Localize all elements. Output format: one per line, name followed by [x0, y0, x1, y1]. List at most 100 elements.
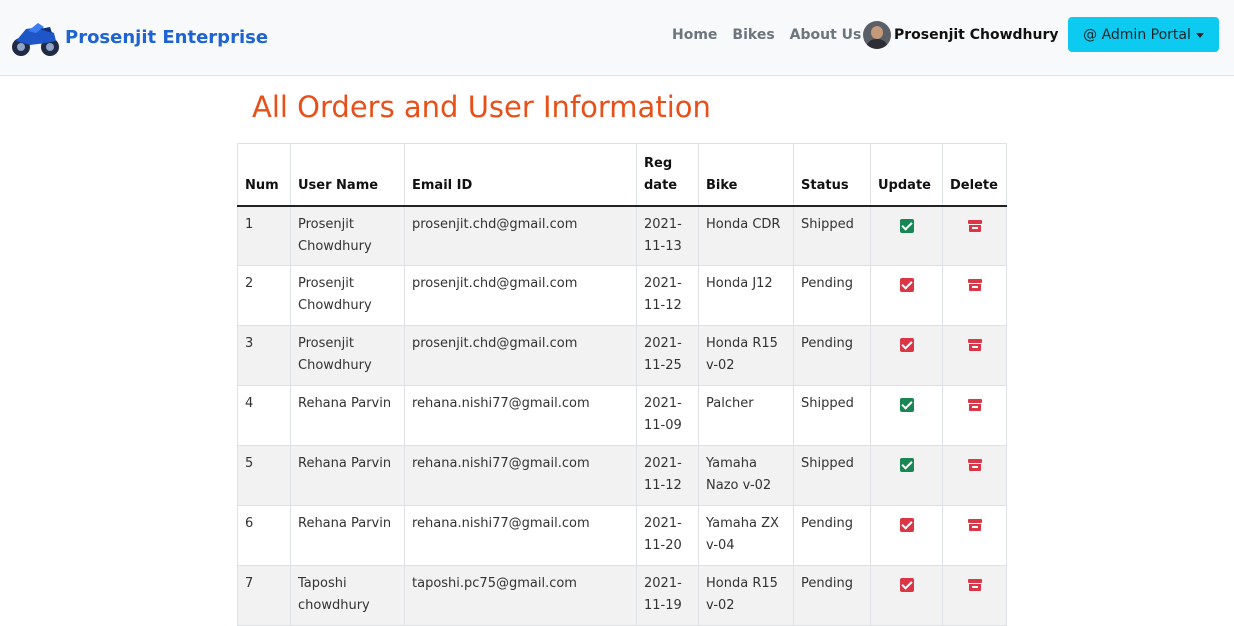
cell-reg-date: 2021-11-25: [636, 325, 699, 386]
cell-email: rehana.nishi77@gmail.com: [404, 445, 637, 506]
header-email: Email ID: [404, 143, 637, 207]
user-name: Prosenjit Chowdhury: [894, 27, 1059, 43]
cell-status: Pending: [793, 265, 871, 326]
cell-update: [870, 445, 943, 506]
cell-num: 2: [237, 265, 291, 326]
trash-icon[interactable]: [967, 279, 982, 291]
cell-update: [870, 385, 943, 446]
cell-reg-date: 2021-11-20: [636, 505, 699, 566]
navbar: Prosenjit Enterprise Home Bikes About Us…: [0, 0, 1234, 76]
table-row: 1 Prosenjit Chowdhury prosenjit.chd@gmail.…: [237, 205, 1007, 266]
table-row: 2 Prosenjit Chowdhury prosenjit.chd@gmail.…: [237, 265, 1007, 326]
cell-reg-date: 2021-11-13: [636, 205, 699, 266]
header-status: Status: [793, 143, 871, 207]
table-row: 5 Rehana Parvin rehana.nishi77@gmail.com 20…: [237, 445, 1007, 506]
caret-down-icon: [1195, 32, 1204, 38]
cell-status: Shipped: [793, 445, 871, 506]
nav-link-about[interactable]: About Us: [790, 27, 862, 43]
cell-user-name: Prosenjit Chowdhury: [290, 205, 405, 266]
header-reg-line2: date: [644, 177, 678, 193]
cell-reg-date: 2021-11-19: [636, 565, 699, 626]
cell-user-name: Prosenjit Chowdhury: [290, 325, 405, 386]
green-check-square-icon[interactable]: [899, 458, 914, 472]
trash-icon[interactable]: [967, 399, 982, 411]
cell-delete: [942, 385, 1007, 446]
trash-icon[interactable]: [967, 579, 982, 591]
cell-email: rehana.nishi77@gmail.com: [404, 385, 637, 446]
cell-email: taposhi.pc75@gmail.com: [404, 565, 637, 626]
nav-user[interactable]: Prosenjit Chowdhury: [863, 20, 1059, 50]
cell-update: [870, 205, 943, 266]
cell-num: 3: [237, 325, 291, 386]
header-delete: Delete: [942, 143, 1007, 207]
cell-status: Shipped: [793, 385, 871, 446]
cell-delete: [942, 445, 1007, 506]
cell-status: Pending: [793, 565, 871, 626]
red-check-square-icon[interactable]: [899, 278, 914, 292]
cell-email: prosenjit.chd@gmail.com: [404, 205, 637, 266]
cell-delete: [942, 205, 1007, 266]
green-check-square-icon[interactable]: [899, 398, 914, 412]
orders-table: Num User Name Email ID Reg date Bike Stat…: [237, 143, 1007, 626]
cell-email: rehana.nishi77@gmail.com: [404, 505, 637, 566]
header-user-name: User Name: [290, 143, 405, 207]
cell-update: [870, 505, 943, 566]
table-row: 7 Taposhi chowdhury taposhi.pc75@gmail.com…: [237, 565, 1007, 626]
cell-status: Pending: [793, 325, 871, 386]
cell-user-name: Taposhi chowdhury: [290, 565, 405, 626]
green-check-square-icon[interactable]: [899, 218, 914, 233]
cell-reg-date: 2021-11-12: [636, 265, 699, 326]
admin-portal-dropdown[interactable]: @ Admin Portal: [1068, 17, 1219, 52]
red-check-square-icon[interactable]: [899, 338, 914, 352]
brand[interactable]: Prosenjit Enterprise: [10, 14, 268, 60]
header-bike: Bike: [698, 143, 794, 207]
cell-num: 1: [237, 205, 291, 266]
cell-bike: Honda R15 v-02: [698, 565, 794, 626]
nav-link-bikes[interactable]: Bikes: [732, 27, 774, 43]
red-check-square-icon[interactable]: [899, 518, 914, 532]
cell-user-name: Rehana Parvin: [290, 505, 405, 566]
cell-delete: [942, 265, 1007, 326]
avatar: [863, 21, 891, 49]
cell-update: [870, 265, 943, 326]
cell-bike: Yamaha Nazo v-02: [698, 445, 794, 506]
cell-email: prosenjit.chd@gmail.com: [404, 265, 637, 326]
nav-link-home[interactable]: Home: [672, 27, 717, 43]
cell-email: prosenjit.chd@gmail.com: [404, 325, 637, 386]
cell-bike: Honda CDR: [698, 205, 794, 266]
table-row: 3 Prosenjit Chowdhury prosenjit.chd@gmail.…: [237, 325, 1007, 386]
cell-reg-date: 2021-11-09: [636, 385, 699, 446]
cell-num: 6: [237, 505, 291, 566]
brand-name: Prosenjit Enterprise: [65, 26, 269, 48]
header-num: Num: [237, 143, 291, 207]
cell-num: 4: [237, 385, 291, 446]
cell-reg-date: 2021-11-12: [636, 445, 699, 506]
cell-bike: Yamaha ZX v-04: [698, 505, 794, 566]
trash-icon[interactable]: [967, 519, 982, 531]
cell-status: Shipped: [793, 205, 871, 266]
cell-user-name: Rehana Parvin: [290, 385, 405, 446]
cell-update: [870, 565, 943, 626]
cell-status: Pending: [793, 505, 871, 566]
trash-icon[interactable]: [967, 459, 982, 471]
trash-icon[interactable]: [967, 219, 982, 232]
cell-bike: Palcher: [698, 385, 794, 446]
header-reg-line1: Reg: [644, 155, 673, 171]
trash-icon[interactable]: [967, 339, 982, 351]
cell-delete: [942, 565, 1007, 626]
cell-update: [870, 325, 943, 386]
cell-num: 7: [237, 565, 291, 626]
table-row: 6 Rehana Parvin rehana.nishi77@gmail.com 20…: [237, 505, 1007, 566]
header-update: Update: [870, 143, 943, 207]
cell-user-name: Rehana Parvin: [290, 445, 405, 506]
motorbike-logo-icon: [12, 23, 59, 56]
nav-links: Home Bikes About Us: [672, 20, 876, 50]
header-reg-date: Reg date: [636, 143, 699, 207]
cell-bike: Honda J12: [698, 265, 794, 326]
table-row: 4 Rehana Parvin rehana.nishi77@gmail.com 20…: [237, 385, 1007, 446]
page-title: All Orders and User Information: [252, 90, 711, 124]
cell-delete: [942, 505, 1007, 566]
cell-num: 5: [237, 445, 291, 506]
red-check-square-icon[interactable]: [899, 578, 914, 592]
cell-delete: [942, 325, 1007, 386]
